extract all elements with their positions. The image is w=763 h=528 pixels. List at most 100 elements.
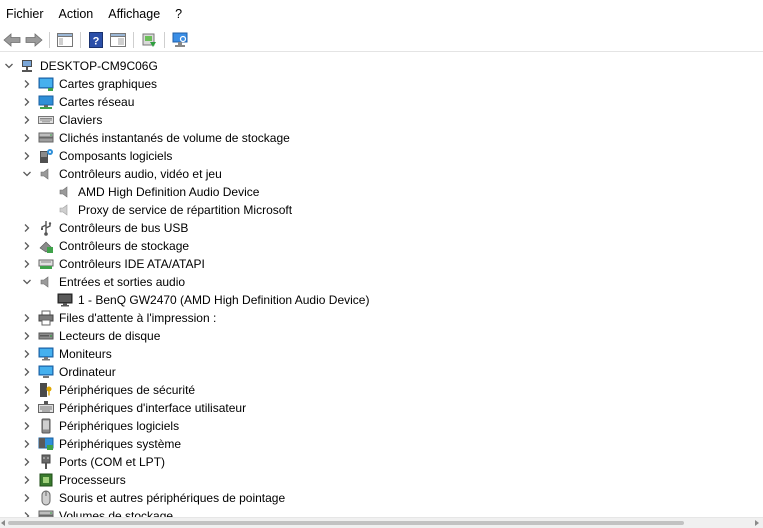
hid-icon [38,400,54,416]
tree-item-souris-et-autres-peripheriques-de-pointage[interactable]: Souris et autres périphériques de pointa… [0,489,763,507]
chevron-down-icon[interactable] [21,276,33,288]
toolbar-separator [164,32,165,48]
tree-node-label: Clichés instantanés de volume de stockag… [59,131,290,145]
console-tree-icon[interactable] [55,30,75,50]
tree-item-volumes-de-stockage[interactable]: Volumes de stockage [0,507,763,517]
tree-node-label: Contrôleurs de bus USB [59,221,189,235]
processor-icon [38,472,54,488]
back-arrow-icon[interactable] [2,30,22,50]
tree-node-label: Files d'attente à l'impression : [59,311,217,325]
tree-item-moniteurs[interactable]: Moniteurs [0,345,763,363]
tree-root-computer[interactable]: DESKTOP-CM9C06G [0,57,763,75]
speaker-icon [38,166,54,182]
chevron-right-icon[interactable] [21,78,33,90]
device-tree: DESKTOP-CM9C06G Cartes graphiques Cartes r… [0,57,763,517]
help-icon[interactable]: ? [86,30,106,50]
chevron-right-icon[interactable] [21,330,33,342]
tree-item-cartes-graphiques[interactable]: Cartes graphiques [0,75,763,93]
security-device-icon [38,382,54,398]
chevron-right-icon[interactable] [21,150,33,162]
tree-node-label: Ports (COM et LPT) [59,455,166,469]
chevron-right-icon[interactable] [21,222,33,234]
tree-item-composants-logiciels[interactable]: Composants logiciels [0,147,763,165]
tree-item-peripheriques-d-interface-utilisateur[interactable]: Périphériques d'interface utilisateur [0,399,763,417]
system-device-icon [38,436,54,452]
menu-bar: Fichier Action Affichage ? [0,0,763,28]
tree-node-label: Moniteurs [59,347,112,361]
scrollbar-thumb[interactable] [8,521,684,525]
tree-node-label: Périphériques système [59,437,182,451]
chevron-right-icon[interactable] [21,402,33,414]
menu-affichage[interactable]: Affichage [101,0,168,28]
tree-item-claviers[interactable]: Claviers [0,111,763,129]
ide-controller-icon [38,256,54,272]
chevron-right-icon[interactable] [21,492,33,504]
update-driver-icon[interactable] [139,30,159,50]
forward-arrow-icon[interactable] [24,30,44,50]
tree-node-label: Entrées et sorties audio [59,275,186,289]
tree-device-amd-high-definition-audio-device[interactable]: AMD High Definition Audio Device [0,183,763,201]
tree-node-label: Ordinateur [59,365,116,379]
storage-controller-icon [38,238,54,254]
horizontal-scrollbar[interactable] [0,517,763,528]
chevron-down-icon[interactable] [21,168,33,180]
tree-item-ports-com-et-lpt[interactable]: Ports (COM et LPT) [0,453,763,471]
scroll-left-icon[interactable] [1,520,5,526]
tree-item-controleurs-ide-ata-atapi[interactable]: Contrôleurs IDE ATA/ATAPI [0,255,763,273]
menu-fichier[interactable]: Fichier [0,0,52,28]
chevron-right-icon[interactable] [21,348,33,360]
disk-drive-icon [38,328,54,344]
tree-item-controleurs-audio-video-et-jeu[interactable]: Contrôleurs audio, vidéo et jeu [0,165,763,183]
tree-item-cliches-instantanes-de-volume-de-stockage[interactable]: Clichés instantanés de volume de stockag… [0,129,763,147]
tree-device-1-benq-gw2470-amd-high-definition-audio-device[interactable]: 1 - BenQ GW2470 (AMD High Definition Aud… [0,291,763,309]
tree-item-entrees-et-sorties-audio[interactable]: Entrées et sorties audio [0,273,763,291]
tree-item-files-d-attente-a-l-impression[interactable]: Files d'attente à l'impression : [0,309,763,327]
tree-item-controleurs-de-bus-usb[interactable]: Contrôleurs de bus USB [0,219,763,237]
chevron-down-icon[interactable] [3,60,15,72]
chevron-right-icon[interactable] [21,366,33,378]
chevron-right-icon[interactable] [21,258,33,270]
chevron-right-icon[interactable] [21,474,33,486]
keyboard-icon [38,112,54,128]
chevron-right-icon[interactable] [21,114,33,126]
chevron-right-icon[interactable] [21,96,33,108]
tree-node-label: Périphériques logiciels [59,419,180,433]
port-icon [38,454,54,470]
menu-action[interactable]: Action [52,0,102,28]
tree-node-label: Processeurs [59,473,126,487]
computer-root-icon [19,58,35,74]
chevron-right-icon[interactable] [21,384,33,396]
tree-item-lecteurs-de-disque[interactable]: Lecteurs de disque [0,327,763,345]
tree-node-label: DESKTOP-CM9C06G [40,59,158,73]
chevron-right-icon[interactable] [21,132,33,144]
tree-device-proxy-de-service-de-repartition-microsoft[interactable]: Proxy de service de répartition Microsof… [0,201,763,219]
tree-item-peripheriques-systeme[interactable]: Périphériques système [0,435,763,453]
scan-hardware-icon[interactable] [170,30,190,50]
display-adapter-icon [38,76,54,92]
chevron-right-icon[interactable] [21,240,33,252]
chevron-right-icon[interactable] [21,456,33,468]
tree-item-peripheriques-de-securite[interactable]: Périphériques de sécurité [0,381,763,399]
scroll-right-icon[interactable] [755,520,759,526]
tree-node-label: Contrôleurs de stockage [59,239,190,253]
tree-node-label: Volumes de stockage [59,509,174,517]
tree-item-ordinateur[interactable]: Ordinateur [0,363,763,381]
toolbar-separator [49,32,50,48]
network-adapter-icon [38,94,54,110]
tree-node-label: Cartes réseau [59,95,135,109]
tree-item-processeurs[interactable]: Processeurs [0,471,763,489]
monitor-dark-icon [57,292,73,308]
properties-icon[interactable] [108,30,128,50]
tree-node-label: Périphériques de sécurité [59,383,196,397]
mouse-icon [38,490,54,506]
tree-item-cartes-reseau[interactable]: Cartes réseau [0,93,763,111]
tree-item-peripheriques-logiciels[interactable]: Périphériques logiciels [0,417,763,435]
chevron-right-icon[interactable] [21,510,33,517]
chevron-right-icon[interactable] [21,438,33,450]
tree-item-controleurs-de-stockage[interactable]: Contrôleurs de stockage [0,237,763,255]
chevron-right-icon[interactable] [21,420,33,432]
menu-help[interactable]: ? [168,0,190,28]
chevron-right-icon[interactable] [21,312,33,324]
toolbar-separator [80,32,81,48]
tree-node-label: Périphériques d'interface utilisateur [59,401,247,415]
